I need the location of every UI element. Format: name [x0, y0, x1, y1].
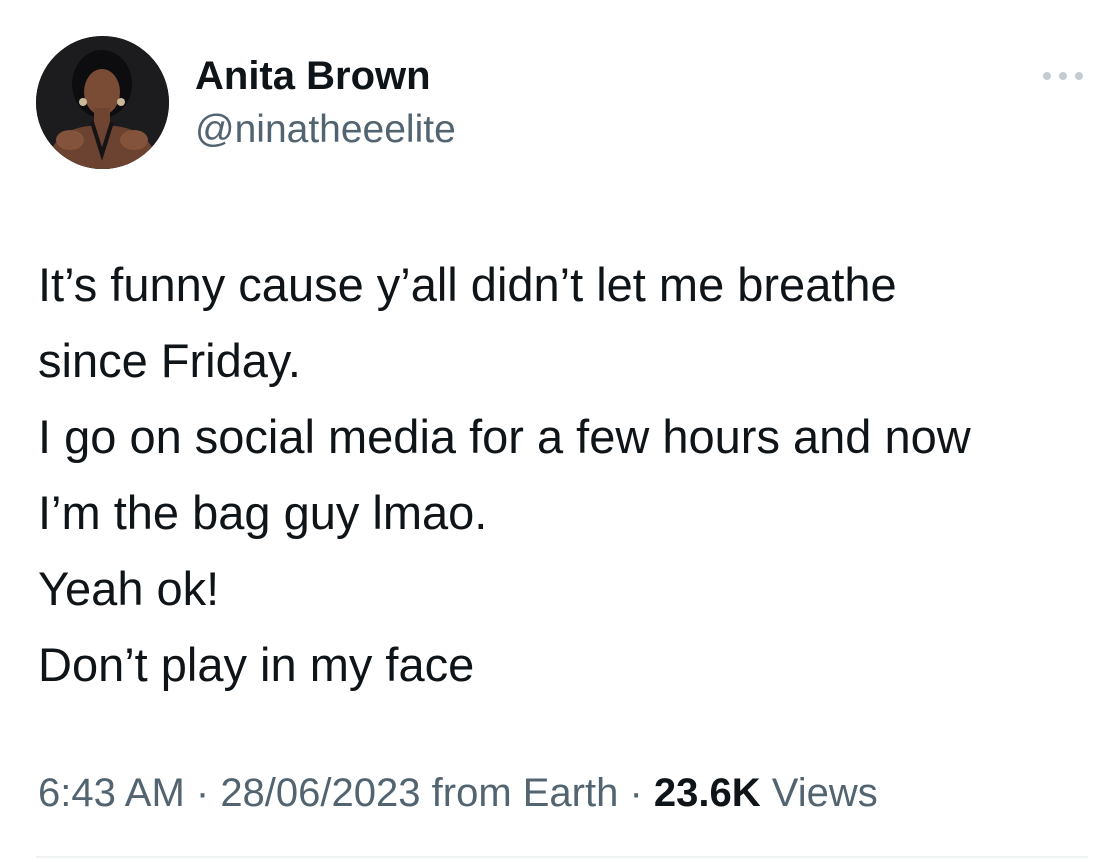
meta-separator: ·	[184, 771, 221, 815]
avatar[interactable]	[36, 36, 169, 169]
tweet-line: since Friday.	[38, 334, 301, 387]
views-count[interactable]: 23.6K	[654, 771, 761, 815]
tweet-meta: 6:43 AM · 28/06/2023 from Earth · 23.6K …	[38, 771, 878, 816]
tweet-text: It’s funny cause y’all didn’t let me bre…	[38, 247, 1078, 703]
avatar-photo	[36, 36, 169, 169]
tweet-line: I go on social media for a few hours and…	[38, 410, 971, 463]
author-handle[interactable]: @ninatheeelite	[195, 108, 456, 152]
author-display-name[interactable]: Anita Brown	[195, 54, 431, 99]
tweet-line: Yeah ok!	[38, 562, 220, 615]
tweet-line: Don’t play in my face	[38, 638, 475, 691]
more-options-icon[interactable]	[1038, 66, 1088, 86]
tweet-source: from Earth	[431, 771, 619, 815]
tweet-date[interactable]: 28/06/2023	[220, 771, 420, 815]
meta-separator: ·	[618, 771, 654, 815]
tweet-line: It’s funny cause y’all didn’t let me bre…	[38, 258, 897, 311]
tweet-line: I’m the bag guy lmao.	[38, 486, 488, 539]
tweet-time[interactable]: 6:43 AM	[38, 771, 185, 815]
views-label[interactable]: Views	[772, 771, 878, 815]
divider	[36, 856, 1088, 858]
